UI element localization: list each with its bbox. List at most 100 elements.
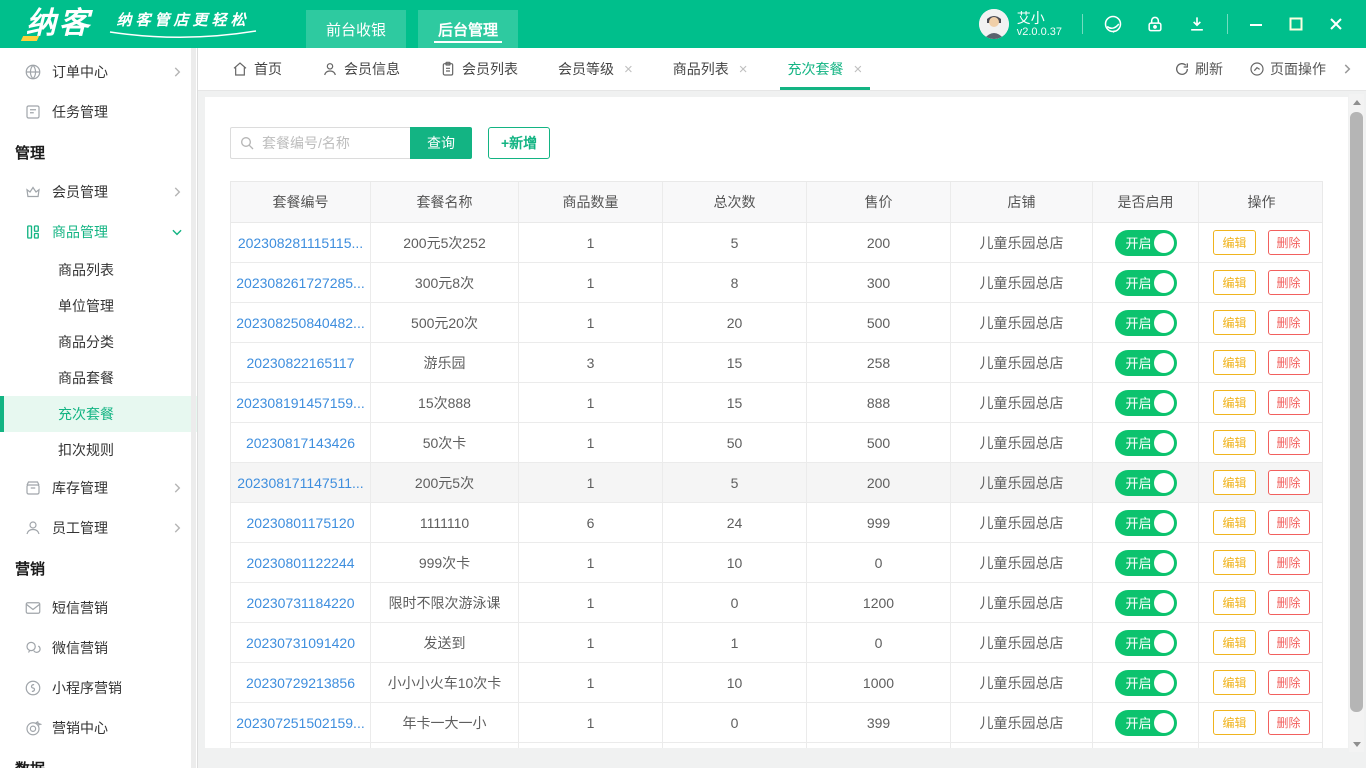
edit-button[interactable]: 编辑 — [1213, 670, 1255, 695]
search-input[interactable] — [230, 127, 410, 159]
edit-button[interactable]: 编辑 — [1213, 230, 1255, 255]
enable-toggle[interactable]: 开启 — [1115, 590, 1177, 616]
sidebar-item-staff-management[interactable]: 员工管理 — [0, 508, 197, 548]
add-button[interactable]: +新增 — [488, 127, 550, 159]
edit-button[interactable]: 编辑 — [1213, 270, 1255, 295]
delete-button[interactable]: 删除 — [1268, 390, 1310, 415]
enable-toggle[interactable]: 开启 — [1115, 470, 1177, 496]
package-code-link[interactable]: 20230822165117 — [247, 355, 355, 371]
sidebar-item-member-management[interactable]: 会员管理 — [0, 172, 197, 212]
edit-button[interactable]: 编辑 — [1213, 350, 1255, 375]
delete-button[interactable]: 删除 — [1268, 590, 1310, 615]
edit-button[interactable]: 编辑 — [1213, 510, 1255, 535]
delete-button[interactable]: 删除 — [1268, 270, 1310, 295]
close-tab-icon[interactable]: × — [739, 62, 748, 77]
scrollbar-thumb[interactable] — [1350, 112, 1363, 712]
delete-button[interactable]: 删除 — [1268, 430, 1310, 455]
front-cashier-button[interactable]: 前台收银 — [306, 10, 406, 48]
edit-button[interactable]: 编辑 — [1213, 390, 1255, 415]
close-tab-icon[interactable]: × — [854, 62, 863, 77]
edit-button[interactable]: 编辑 — [1213, 590, 1255, 615]
sidebar-item-order-center[interactable]: 订单中心 — [0, 52, 197, 92]
maximize-icon[interactable] — [1288, 16, 1304, 32]
package-code-link[interactable]: 202308250840482... — [236, 315, 364, 331]
sidebar-item-miniprogram-marketing[interactable]: 小程序营销 — [0, 668, 197, 708]
sidebar-subitem-unit-management[interactable]: 单位管理 — [0, 288, 197, 324]
enable-toggle[interactable]: 开启 — [1115, 430, 1177, 456]
delete-button[interactable]: 删除 — [1268, 550, 1310, 575]
avatar[interactable] — [979, 9, 1009, 39]
price-cell: 888 — [807, 383, 951, 422]
sidebar-item-goods-management[interactable]: 商品管理 — [0, 212, 197, 252]
query-button[interactable]: 查询 — [410, 127, 472, 159]
edit-button[interactable]: 编辑 — [1213, 430, 1255, 455]
package-code-link[interactable]: 20230801175120 — [247, 515, 355, 531]
package-code-link[interactable]: 202308281115115... — [238, 235, 363, 251]
sidebar: 订单中心 任务管理 管理 会员管理 商品管理 商品列表 单位管理 商品分类 — [0, 48, 198, 768]
delete-button[interactable]: 删除 — [1268, 710, 1310, 735]
enable-toggle[interactable]: 开启 — [1115, 710, 1177, 736]
sidebar-item-wechat-marketing[interactable]: 微信营销 — [0, 628, 197, 668]
tab-member-list[interactable]: 会员列表 — [440, 48, 518, 90]
chevron-right-icon[interactable] — [1340, 62, 1354, 76]
delete-button[interactable]: 删除 — [1268, 470, 1310, 495]
enable-toggle[interactable]: 开启 — [1115, 550, 1177, 576]
delete-button[interactable]: 删除 — [1268, 230, 1310, 255]
delete-button[interactable]: 删除 — [1268, 630, 1310, 655]
close-window-icon[interactable] — [1328, 16, 1344, 32]
package-code-link[interactable]: 202308191457159... — [236, 395, 364, 411]
delete-button[interactable]: 删除 — [1268, 670, 1310, 695]
sidebar-item-marketing-center[interactable]: 营销中心 — [0, 708, 197, 748]
delete-button[interactable]: 删除 — [1268, 310, 1310, 335]
enable-toggle[interactable]: 开启 — [1115, 350, 1177, 376]
edit-button[interactable]: 编辑 — [1213, 310, 1255, 335]
sidebar-subitem-goods-package[interactable]: 商品套餐 — [0, 360, 197, 396]
sidebar-subitem-recharge-package[interactable]: 充次套餐 — [0, 396, 197, 432]
sidebar-item-inventory-management[interactable]: 库存管理 — [0, 468, 197, 508]
package-code-link[interactable]: 20230729213856 — [246, 675, 355, 691]
tab-member-info[interactable]: 会员信息 — [322, 48, 400, 90]
tab-recharge-package[interactable]: 充次套餐 × — [788, 48, 863, 90]
edit-button[interactable]: 编辑 — [1213, 470, 1255, 495]
sidebar-subitem-deduction-rules[interactable]: 扣次规则 — [0, 432, 197, 468]
enable-toggle[interactable]: 开启 — [1115, 670, 1177, 696]
package-code-link[interactable]: 20230817143426 — [246, 435, 355, 451]
app-logo: 纳客 — [26, 9, 92, 39]
enable-toggle[interactable]: 开启 — [1115, 510, 1177, 536]
package-code-link[interactable]: 20230731091420 — [246, 635, 355, 651]
sidebar-subitem-goods-category[interactable]: 商品分类 — [0, 324, 197, 360]
vertical-scrollbar[interactable] — [1349, 94, 1364, 752]
delete-button[interactable]: 删除 — [1268, 350, 1310, 375]
user-info[interactable]: 艾小 v2.0.0.37 — [1017, 10, 1062, 39]
package-code-link[interactable]: 202308261727285... — [236, 275, 364, 291]
package-code-link[interactable]: 202308171147511... — [237, 475, 363, 491]
sidebar-item-task-management[interactable]: 任务管理 — [0, 92, 197, 132]
enable-toggle[interactable]: 开启 — [1115, 630, 1177, 656]
enable-toggle[interactable]: 开启 — [1115, 390, 1177, 416]
tab-goods-list[interactable]: 商品列表 × — [673, 48, 748, 90]
backend-admin-button[interactable]: 后台管理 — [418, 10, 518, 48]
minimize-icon[interactable] — [1248, 16, 1264, 32]
scroll-up-arrow[interactable] — [1349, 94, 1364, 110]
package-code-link[interactable]: 20230801122244 — [247, 555, 355, 571]
refresh-button[interactable]: 刷新 — [1174, 59, 1223, 79]
page-operations-button[interactable]: 页面操作 — [1249, 59, 1326, 79]
scroll-down-arrow[interactable] — [1349, 736, 1364, 752]
lock-icon[interactable] — [1145, 14, 1165, 34]
close-tab-icon[interactable]: × — [624, 62, 633, 77]
enable-toggle[interactable]: 开启 — [1115, 310, 1177, 336]
edit-button[interactable]: 编辑 — [1213, 550, 1255, 575]
enable-toggle[interactable]: 开启 — [1115, 230, 1177, 256]
tab-member-level[interactable]: 会员等级 × — [558, 48, 633, 90]
edit-button[interactable]: 编辑 — [1213, 710, 1255, 735]
tab-home[interactable]: 首页 — [232, 48, 282, 90]
package-code-link[interactable]: 20230731184220 — [247, 595, 355, 611]
edit-button[interactable]: 编辑 — [1213, 630, 1255, 655]
enable-toggle[interactable]: 开启 — [1115, 270, 1177, 296]
package-code-link[interactable]: 202307251502159... — [236, 715, 364, 731]
sidebar-item-sms-marketing[interactable]: 短信营销 — [0, 588, 197, 628]
delete-button[interactable]: 删除 — [1268, 510, 1310, 535]
sidebar-subitem-goods-list[interactable]: 商品列表 — [0, 252, 197, 288]
support-icon[interactable] — [1103, 14, 1123, 34]
download-icon[interactable] — [1187, 14, 1207, 34]
